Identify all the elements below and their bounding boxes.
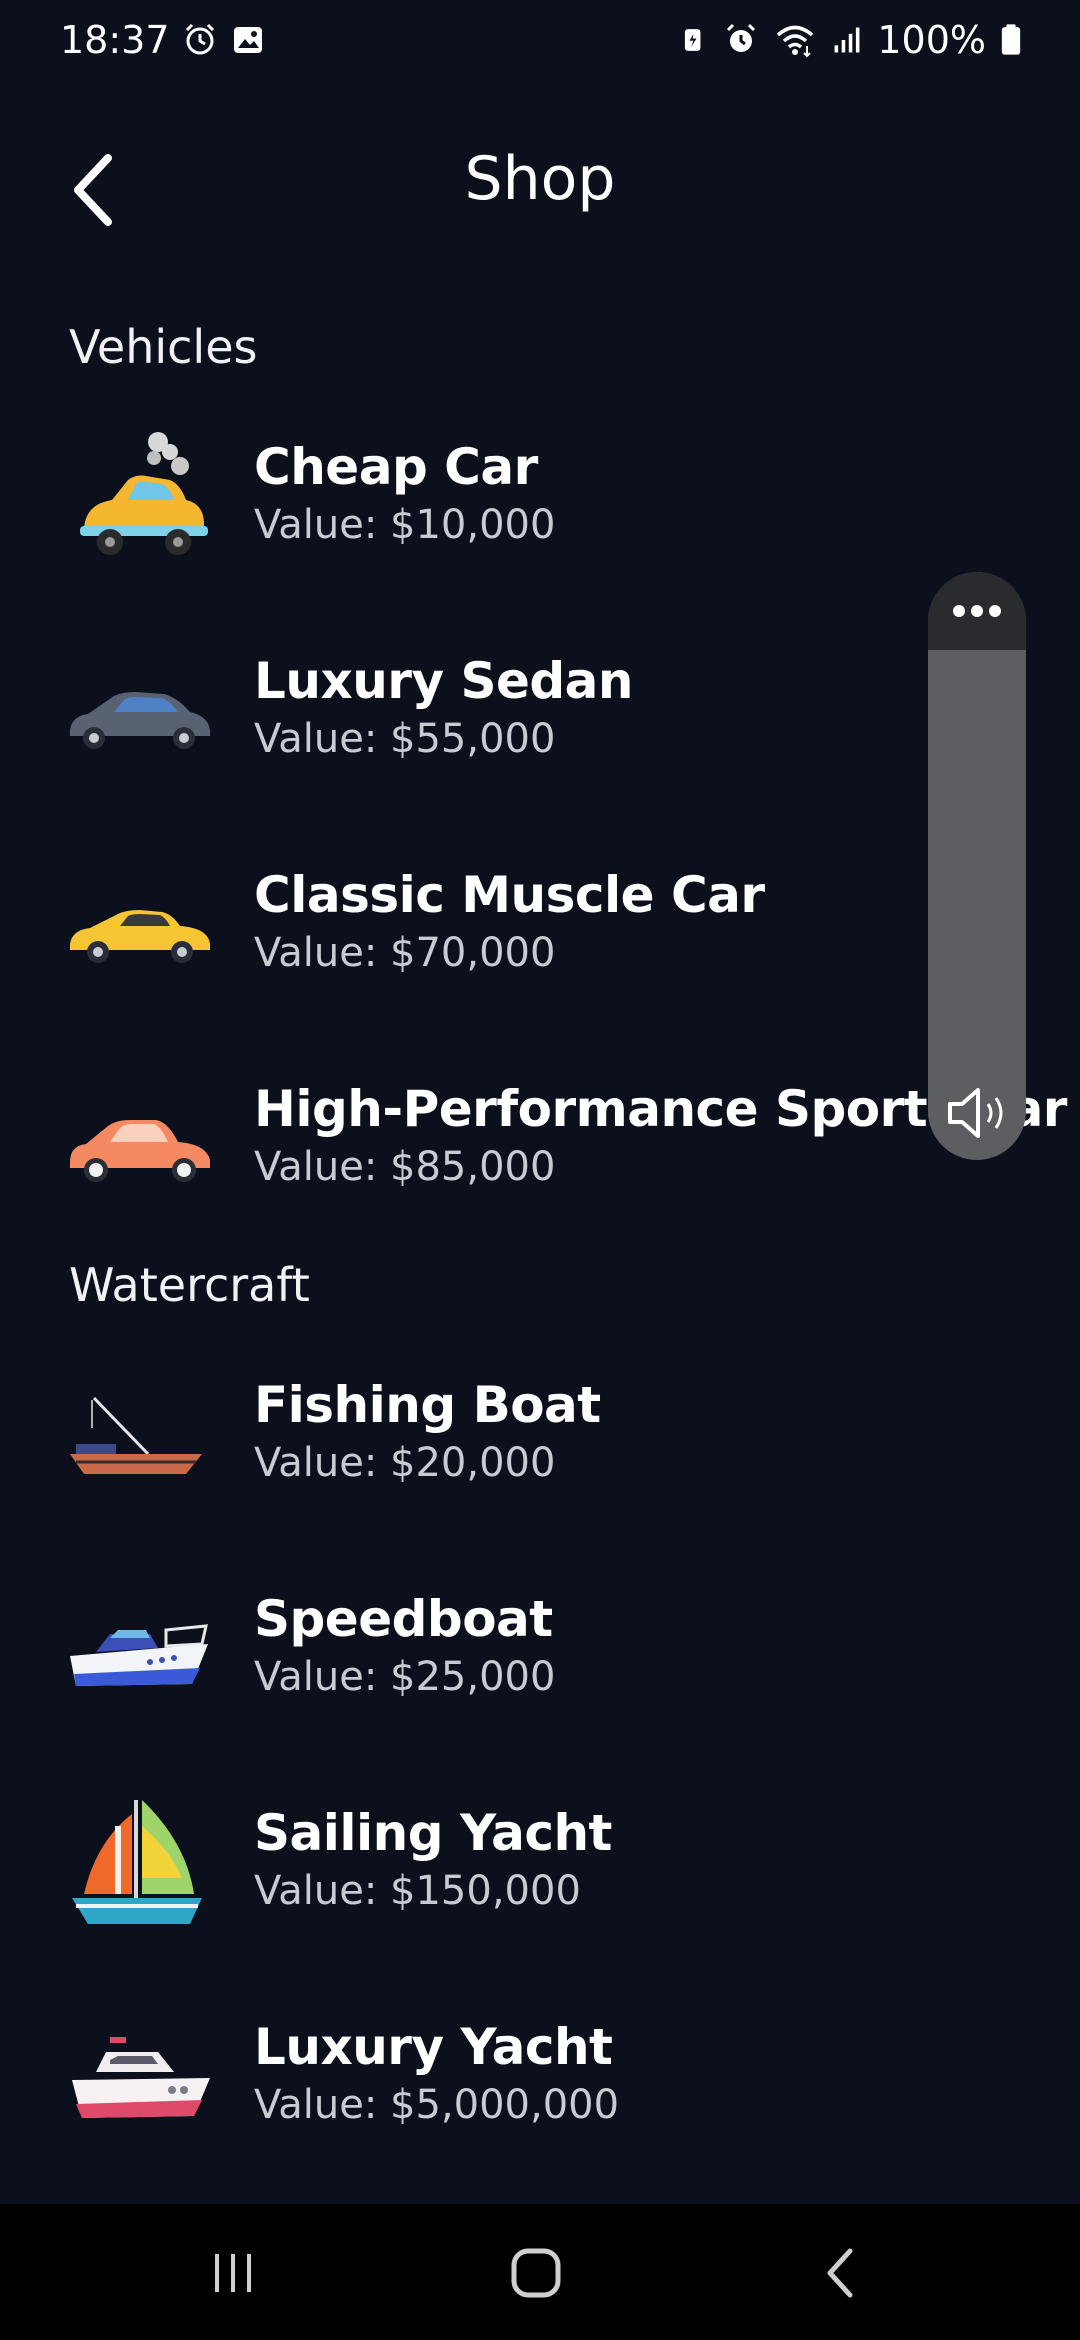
muscle-car-icon — [70, 910, 210, 963]
section-title-vehicles: Vehicles — [69, 320, 258, 374]
yacht-icon — [72, 2037, 210, 2118]
item-name: Luxury Sedan — [254, 652, 634, 710]
item-value: Value: $85,000 — [254, 1144, 556, 1190]
battery-icon — [1001, 24, 1021, 55]
item-name: Classic Muscle Car — [254, 866, 765, 924]
status-right: 100% — [681, 18, 1022, 62]
status-time: 18:37 — [60, 18, 170, 62]
speedboat-icon — [70, 1624, 208, 1686]
item-value: Value: $5,000,000 — [254, 2082, 620, 2128]
fishing-boat-icon — [70, 1396, 202, 1474]
volume-panel[interactable] — [928, 572, 1026, 1160]
back-icon — [827, 2248, 853, 2298]
header: Shop — [0, 130, 1080, 240]
alarm-clock-icon — [185, 23, 214, 55]
item-value: Value: $25,000 — [254, 1654, 556, 1700]
more-dots-icon — [953, 605, 1001, 617]
sports-car-icon — [70, 1120, 210, 1182]
shop-item-sports-car[interactable]: High-Performance Sports Car Value: $85,0… — [66, 1062, 1067, 1232]
sailboat-icon — [72, 1800, 202, 1924]
item-value: Value: $20,000 — [254, 1440, 556, 1486]
volume-more-button[interactable] — [928, 572, 1026, 650]
shop-item-sailing-yacht[interactable]: Sailing Yacht Value: $150,000 — [66, 1786, 966, 1956]
home-icon — [511, 2248, 561, 2298]
shop-item-fishing-boat[interactable]: Fishing Boat Value: $20,000 — [66, 1358, 966, 1528]
alarm-icon — [727, 23, 756, 52]
speaker-icon[interactable] — [942, 1078, 1012, 1148]
item-name: Fishing Boat — [254, 1376, 601, 1434]
item-name: Luxury Yacht — [254, 2018, 613, 2076]
item-value: Value: $10,000 — [254, 502, 556, 548]
home-button[interactable] — [486, 2236, 586, 2310]
signal-icon — [834, 27, 860, 53]
nav-back-button[interactable] — [790, 2236, 890, 2310]
status-bar: 18:37 100% — [0, 0, 1080, 80]
status-left: 18:37 — [60, 18, 266, 62]
smoking-car-icon — [80, 432, 208, 555]
item-value: Value: $55,000 — [254, 716, 556, 762]
shop-item-classic-muscle-car[interactable]: Classic Muscle Car Value: $70,000 — [66, 848, 966, 1018]
shop-item-luxury-sedan[interactable]: Luxury Sedan Value: $55,000 — [66, 634, 966, 804]
section-title-watercraft: Watercraft — [69, 1258, 310, 1312]
item-value: Value: $70,000 — [254, 930, 556, 976]
item-name: Cheap Car — [254, 438, 538, 496]
shop-item-speedboat[interactable]: Speedboat Value: $25,000 — [66, 1572, 966, 1742]
wifi-icon — [777, 25, 814, 58]
item-name: Sailing Yacht — [254, 1804, 612, 1862]
shop-item-luxury-yacht[interactable]: Luxury Yacht Value: $5,000,000 — [66, 2000, 966, 2170]
sedan-icon — [70, 692, 210, 749]
battery-saver-icon — [685, 29, 701, 51]
page-title: Shop — [464, 144, 616, 214]
battery-percent: 100% — [877, 18, 986, 62]
recents-button[interactable] — [184, 2236, 284, 2310]
item-value: Value: $150,000 — [254, 1868, 581, 1914]
item-name: Speedboat — [254, 1590, 553, 1648]
gallery-icon — [233, 27, 262, 53]
recents-icon — [215, 2254, 251, 2292]
shop-item-cheap-car[interactable]: Cheap Car Value: $10,000 — [66, 420, 966, 590]
navigation-bar — [0, 2204, 1080, 2340]
